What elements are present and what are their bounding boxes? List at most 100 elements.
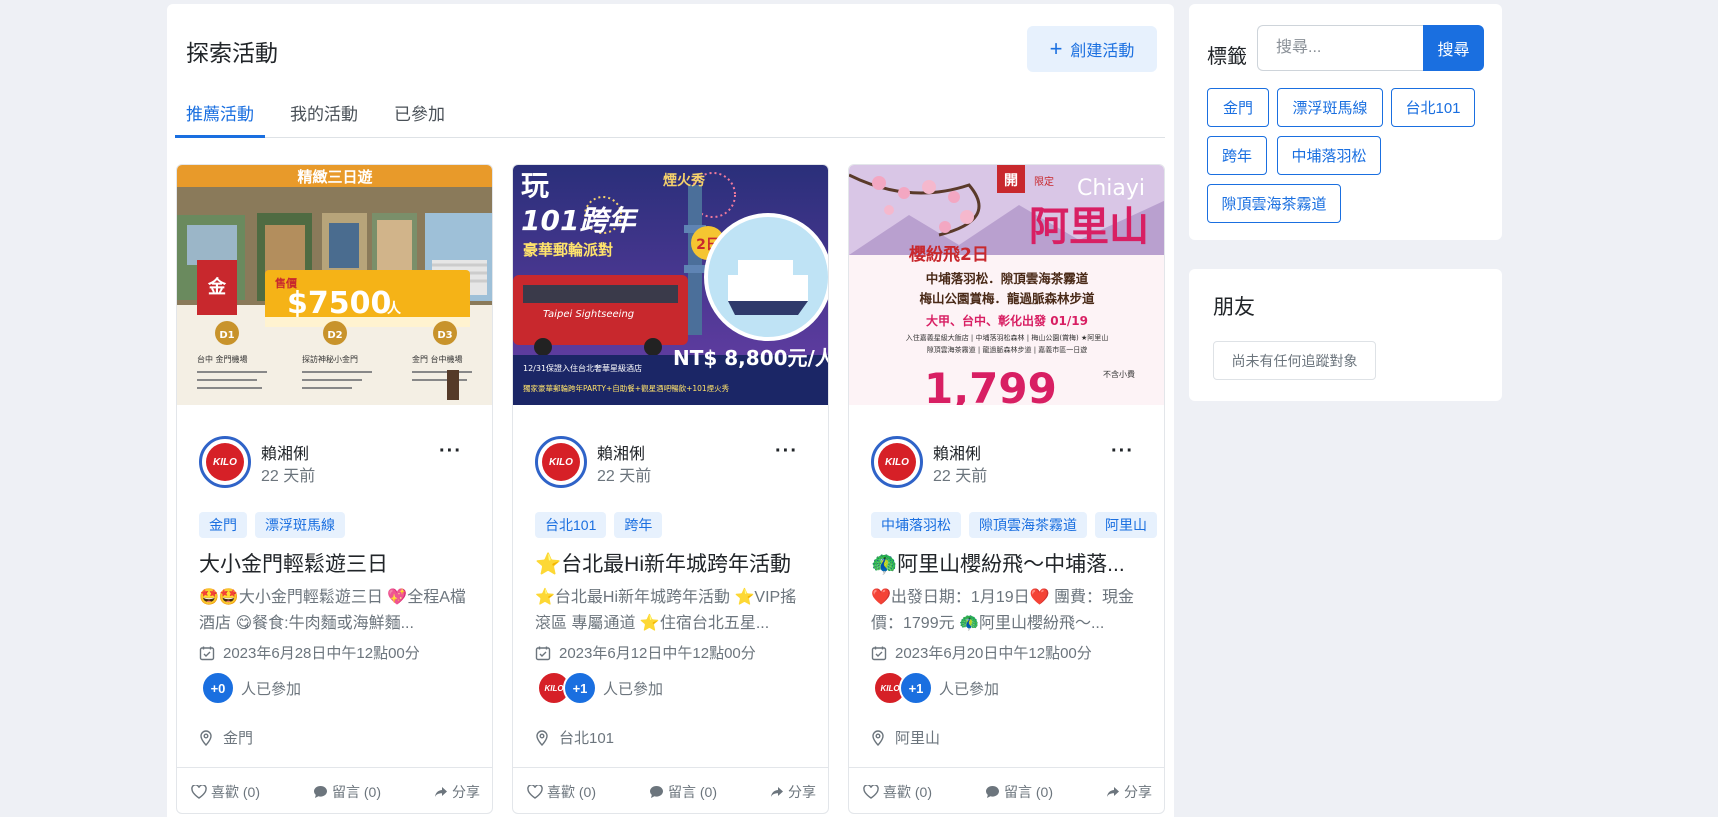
- event-card[interactable]: 開 限定 Chiayi 阿里山 櫻紛飛2日 中埔落羽松．隙頂雲海茶霧道 梅山公園…: [848, 164, 1165, 814]
- tag-chip[interactable]: 金門: [1207, 88, 1269, 127]
- create-event-button[interactable]: + 創建活動: [1027, 26, 1157, 72]
- share-label: 分享: [452, 783, 480, 800]
- map-pin-icon: [200, 729, 212, 746]
- avatar[interactable]: KILO: [871, 436, 923, 488]
- tag-chip[interactable]: 漂浮斑馬線: [1277, 88, 1383, 127]
- banner-text: 精緻三日遊: [297, 168, 372, 186]
- svg-text:金門 台中機場: 金門 台中機場: [412, 354, 463, 364]
- share-icon: [771, 786, 783, 797]
- card-tag[interactable]: 漂浮斑馬線: [255, 512, 345, 538]
- more-options-icon[interactable]: ···: [1111, 440, 1134, 463]
- comment-button[interactable]: 留言 (0): [313, 782, 381, 802]
- share-icon: [1107, 786, 1119, 797]
- tab-joined[interactable]: 已參加: [383, 92, 456, 138]
- event-title[interactable]: 🦚阿里山櫻紛飛～中埔落...: [871, 548, 1151, 578]
- event-cover-image[interactable]: 玩 101跨年 煙火秀 豪華郵輪派對 2日 Taipei Sightseeing…: [513, 165, 829, 405]
- create-event-label: 創建活動: [1070, 43, 1135, 60]
- svg-text:金: 金: [207, 276, 227, 298]
- svg-text:不含小費: 不含小費: [1103, 369, 1135, 379]
- svg-text:台中 金門機場: 台中 金門機場: [197, 354, 248, 364]
- author-name[interactable]: 賴湘俐: [933, 440, 981, 464]
- event-date-text: 2023年6月12日中午12點00分: [559, 645, 756, 662]
- tags-label: 標籤: [1207, 46, 1247, 68]
- location-text: 金門: [223, 730, 254, 747]
- event-cover-image[interactable]: 精緻三日遊 金 售價 $7500 人 D1 D2 D3 台中 金門機場 探訪神秘…: [177, 165, 492, 405]
- svg-text:Taipei Sightseeing: Taipei Sightseeing: [543, 309, 634, 320]
- svg-text:$7500: $7500: [287, 286, 391, 321]
- avatar-logo: KILO: [878, 443, 916, 481]
- share-button[interactable]: 分享: [1106, 782, 1152, 802]
- card-tag[interactable]: 台北101: [535, 512, 607, 538]
- tag-search-input[interactable]: [1257, 25, 1423, 71]
- comment-button[interactable]: 留言 (0): [649, 782, 717, 802]
- more-options-icon[interactable]: ···: [439, 440, 462, 463]
- tag-chip[interactable]: 中埔落羽松: [1277, 136, 1381, 175]
- participants-label: 人已參加: [603, 680, 664, 698]
- card-tag[interactable]: 跨年: [614, 512, 663, 538]
- share-icon: [435, 786, 447, 797]
- card-tag[interactable]: 阿里山: [1095, 512, 1157, 538]
- search-button[interactable]: 搜尋: [1423, 25, 1484, 71]
- event-card[interactable]: 玩 101跨年 煙火秀 豪華郵輪派對 2日 Taipei Sightseeing…: [512, 164, 829, 814]
- share-label: 分享: [1124, 783, 1152, 800]
- participants-label: 人已參加: [939, 680, 1000, 698]
- svg-text:1,799: 1,799: [924, 364, 1057, 405]
- comment-label: 留言 (0): [332, 783, 381, 800]
- event-title[interactable]: ⭐台北最Hi新年城跨年活動: [535, 548, 815, 578]
- event-location: 台北101: [535, 727, 614, 748]
- participants[interactable]: KILO +1 人已參加: [873, 671, 999, 705]
- event-date: 2023年6月12日中午12點00分: [535, 642, 756, 663]
- author-block: KILO 賴湘俐 22 天前: [199, 436, 315, 488]
- calendar-icon: [871, 646, 887, 660]
- tab-recommended[interactable]: 推薦活動: [175, 92, 265, 138]
- card-actions: 喜歡 (0) 留言 (0) 分享: [513, 767, 828, 813]
- svg-text:入住嘉義星級大飯店 | 中埔落羽松森林 | 梅山公園(賞梅): 入住嘉義星級大飯店 | 中埔落羽松森林 | 梅山公園(賞梅) ★阿里山: [906, 333, 1109, 342]
- event-date-text: 2023年6月28日中午12點00分: [223, 645, 420, 662]
- plus-icon: +: [1049, 36, 1063, 61]
- more-options-icon[interactable]: ···: [775, 440, 798, 463]
- comment-label: 留言 (0): [1004, 783, 1053, 800]
- comment-button[interactable]: 留言 (0): [985, 782, 1053, 802]
- like-button[interactable]: 喜歡 (0): [527, 782, 596, 802]
- location-text: 阿里山: [895, 730, 941, 747]
- card-tag[interactable]: 金門: [199, 512, 247, 538]
- event-location: 金門: [199, 727, 253, 748]
- card-tag[interactable]: 隙頂雲海茶霧道: [969, 512, 1087, 538]
- participants[interactable]: KILO +1 人已參加: [537, 671, 663, 705]
- post-time: 22 天前: [261, 468, 316, 485]
- tag-chip[interactable]: 隙頂雲海茶霧道: [1207, 184, 1341, 223]
- participant-count-badge: +1: [899, 671, 933, 705]
- tag-chip[interactable]: 台北101: [1391, 88, 1475, 127]
- author-name[interactable]: 賴湘俐: [597, 440, 645, 464]
- share-button[interactable]: 分享: [434, 782, 480, 802]
- share-button[interactable]: 分享: [770, 782, 816, 802]
- like-button[interactable]: 喜歡 (0): [863, 782, 932, 802]
- like-label: 喜歡 (0): [211, 783, 260, 800]
- event-cover-image[interactable]: 開 限定 Chiayi 阿里山 櫻紛飛2日 中埔落羽松．隙頂雲海茶霧道 梅山公園…: [849, 165, 1164, 405]
- svg-text:探訪神秘小金門: 探訪神秘小金門: [302, 354, 358, 364]
- svg-text:中埔落羽松．隙頂雲海茶霧道: 中埔落羽松．隙頂雲海茶霧道: [926, 271, 1089, 286]
- comment-icon: [650, 785, 663, 798]
- avatar[interactable]: KILO: [199, 436, 251, 488]
- tag-chip[interactable]: 跨年: [1207, 136, 1267, 175]
- svg-text:NT$ 8,800元/人: NT$ 8,800元/人: [673, 346, 829, 370]
- svg-text:隙頂雲海茶霧道 | 龍過脈森林步道 | 嘉義市區一日遊: 隙頂雲海茶霧道 | 龍過脈森林步道 | 嘉義市區一日遊: [927, 345, 1088, 354]
- participants[interactable]: +0 人已參加: [201, 671, 301, 705]
- page-title: 探索活動: [186, 40, 278, 66]
- event-card[interactable]: 精緻三日遊 金 售價 $7500 人 D1 D2 D3 台中 金門機場 探訪神秘…: [176, 164, 493, 814]
- card-tags: 金門 漂浮斑馬線: [199, 512, 489, 538]
- card-tags: 中埔落羽松 隙頂雲海茶霧道 阿里山: [871, 512, 1161, 538]
- author-name[interactable]: 賴湘俐: [261, 440, 309, 464]
- like-button[interactable]: 喜歡 (0): [191, 782, 260, 802]
- participant-count-badge: +1: [563, 671, 597, 705]
- post-time: 22 天前: [597, 468, 652, 485]
- svg-text:限定: 限定: [1034, 175, 1054, 188]
- calendar-icon: [199, 646, 215, 660]
- tab-my-events[interactable]: 我的活動: [279, 92, 369, 138]
- event-title[interactable]: 大小金門輕鬆遊三日: [199, 548, 479, 578]
- comment-icon: [986, 785, 999, 798]
- avatar[interactable]: KILO: [535, 436, 587, 488]
- svg-text:阿里山: 阿里山: [1029, 203, 1149, 250]
- card-tag[interactable]: 中埔落羽松: [871, 512, 961, 538]
- heart-icon: [191, 784, 207, 799]
